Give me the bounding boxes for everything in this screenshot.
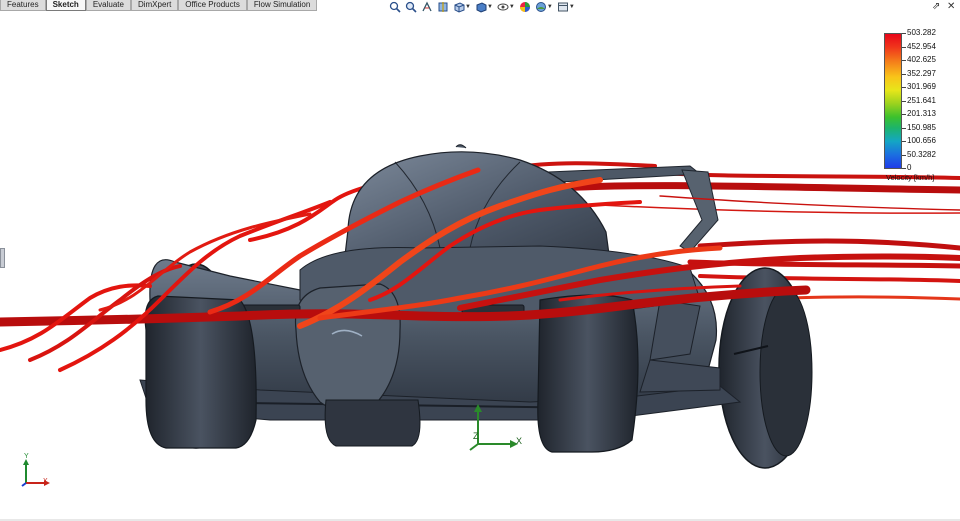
legend-tick <box>902 114 906 115</box>
legend-value: 100.656 <box>907 136 936 145</box>
legend-value: 201.313 <box>907 109 936 118</box>
legend-value: 0 <box>907 163 912 172</box>
legend-title: Velocity [km/h] <box>886 173 935 182</box>
legend-tick <box>902 128 906 129</box>
legend-tick <box>902 155 906 156</box>
origin-x-label: X <box>516 436 523 446</box>
legend-value: 402.625 <box>907 55 936 64</box>
legend-tick <box>902 168 906 169</box>
legend-tick <box>902 33 906 34</box>
color-scale-bar <box>884 33 902 169</box>
legend-tick <box>902 60 906 61</box>
legend-value: 352.297 <box>907 69 936 78</box>
legend-value: 301.969 <box>907 82 936 91</box>
triad-y-label: Y <box>24 453 29 460</box>
graphics-area[interactable] <box>0 0 960 521</box>
right-front-tire <box>537 294 639 453</box>
legend-tick <box>902 47 906 48</box>
view-orientation-triad <box>12 457 62 491</box>
legend-value: 503.282 <box>907 28 936 37</box>
triad-x-label: X <box>43 478 48 485</box>
legend-tick <box>902 74 906 75</box>
legend-tick <box>902 141 906 142</box>
legend-tick <box>902 101 906 102</box>
legend-value: 251.641 <box>907 96 936 105</box>
front-left-wheel <box>324 399 421 447</box>
velocity-legend[interactable]: 503.282 452.954 402.625 352.297 301.969 251.6… <box>884 29 960 183</box>
legend-tick <box>902 87 906 88</box>
legend-value: 452.954 <box>907 42 936 51</box>
legend-value: 150.985 <box>907 123 936 132</box>
legend-value: 50.3282 <box>907 150 936 159</box>
origin-z-label: Z <box>473 431 479 441</box>
